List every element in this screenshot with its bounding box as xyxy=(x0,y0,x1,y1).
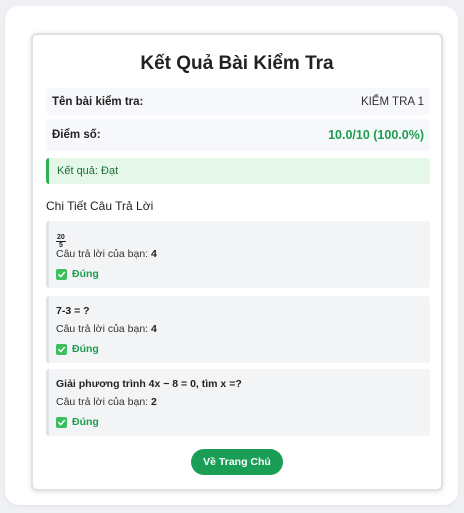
test-name-label: Tên bài kiểm tra: xyxy=(52,95,144,108)
question-text: 7-3 = ? xyxy=(56,305,90,317)
question-answer: Câu trả lời của bạn: 4 xyxy=(56,248,157,260)
home-button[interactable]: Về Trang Chủ xyxy=(191,449,283,475)
question-status: Đúng xyxy=(56,416,99,428)
question-card: Giải phương trình 4x − 8 = 0, tìm x =? C… xyxy=(46,369,430,436)
page-container: Kết Quả Bài Kiểm Tra Tên bài kiểm tra: K… xyxy=(5,6,458,505)
question-fraction: 20 5 xyxy=(56,234,66,249)
question-status: Đúng xyxy=(56,343,99,355)
check-icon xyxy=(56,343,67,355)
result-card: Kết Quả Bài Kiểm Tra Tên bài kiểm tra: K… xyxy=(31,33,443,491)
question-answer: Câu trả lời của bạn: 2 xyxy=(56,396,157,408)
result-status-text: Kết quả: Đạt xyxy=(57,165,119,177)
answer-value: 4 xyxy=(151,248,157,260)
question-text: Giải phương trình 4x − 8 = 0, tìm x =? xyxy=(56,378,242,390)
answer-value: 2 xyxy=(151,396,157,408)
status-label: Đúng xyxy=(72,343,99,355)
question-card: 7-3 = ? Câu trả lời của bạn: 4 Đúng xyxy=(46,296,430,363)
question-card: 20 5 Câu trả lời của bạn: 4 Đúng xyxy=(46,221,430,288)
check-icon xyxy=(56,268,67,280)
result-status-banner: Kết quả: Đạt xyxy=(46,158,430,184)
page-title: Kết Quả Bài Kiểm Tra xyxy=(140,53,334,74)
question-answer: Câu trả lời của bạn: 4 xyxy=(56,323,157,335)
check-icon xyxy=(56,416,67,428)
answer-prefix: Câu trả lời của bạn: xyxy=(56,323,152,335)
score-row: Điểm số: 10.0/10 (100.0%) xyxy=(46,119,430,151)
answer-details-title: Chi Tiết Câu Trả Lời xyxy=(46,199,154,213)
score-value: 10.0/10 (100.0%) xyxy=(328,128,424,142)
test-name-value: KIỂM TRA 1 xyxy=(360,95,424,108)
score-label: Điểm số: xyxy=(52,129,101,141)
test-name-row: Tên bài kiểm tra: KIỂM TRA 1 xyxy=(46,88,430,115)
status-label: Đúng xyxy=(72,416,99,428)
question-status: Đúng xyxy=(56,268,99,280)
status-label: Đúng xyxy=(72,268,99,280)
question-text: 20 5 xyxy=(56,230,66,249)
answer-prefix: Câu trả lời của bạn: xyxy=(56,248,152,260)
fraction-numerator: 20 xyxy=(56,234,66,242)
answer-value: 4 xyxy=(151,323,157,335)
answer-prefix: Câu trả lời của bạn: xyxy=(56,396,152,408)
